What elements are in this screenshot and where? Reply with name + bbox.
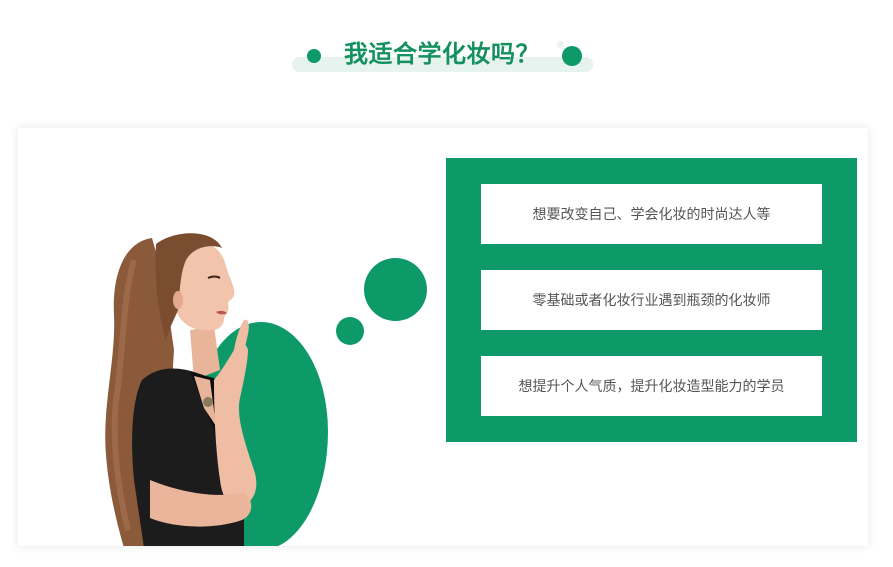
- thought-bubble-large-icon: [364, 258, 427, 321]
- section-heading: 我适合学化妆吗？: [0, 30, 893, 80]
- content-card: 想要改变自己、学会化妆的时尚达人等 零基础或者化妆行业遇到瓶颈的化妆师 想提升个…: [18, 128, 868, 546]
- page: 我适合学化妆吗？ 想要改变自己、学会化妆的时尚达人等 零基础或者化妆行业遇到瓶颈…: [0, 0, 893, 567]
- page-title: 我适合学化妆吗？: [344, 40, 540, 68]
- audience-item-label: 想提升个人气质，提升化妆造型能力的学员: [518, 379, 785, 395]
- heading-dot-tiny-icon: [557, 41, 564, 48]
- heading-dot-right-icon: [562, 46, 582, 66]
- woman-thinking-photo: [105, 233, 257, 546]
- heading-dot-left-icon: [307, 49, 321, 63]
- audience-item-label: 想要改变自己、学会化妆的时尚达人等: [532, 207, 771, 223]
- thought-bubble-small-icon: [336, 317, 364, 345]
- audience-item: 想提升个人气质，提升化妆造型能力的学员: [481, 356, 822, 416]
- audience-item: 零基础或者化妆行业遇到瓶颈的化妆师: [481, 270, 822, 330]
- audience-panel: 想要改变自己、学会化妆的时尚达人等 零基础或者化妆行业遇到瓶颈的化妆师 想提升个…: [446, 158, 857, 442]
- audience-item-label: 零基础或者化妆行业遇到瓶颈的化妆师: [532, 293, 771, 309]
- audience-item: 想要改变自己、学会化妆的时尚达人等: [481, 184, 822, 244]
